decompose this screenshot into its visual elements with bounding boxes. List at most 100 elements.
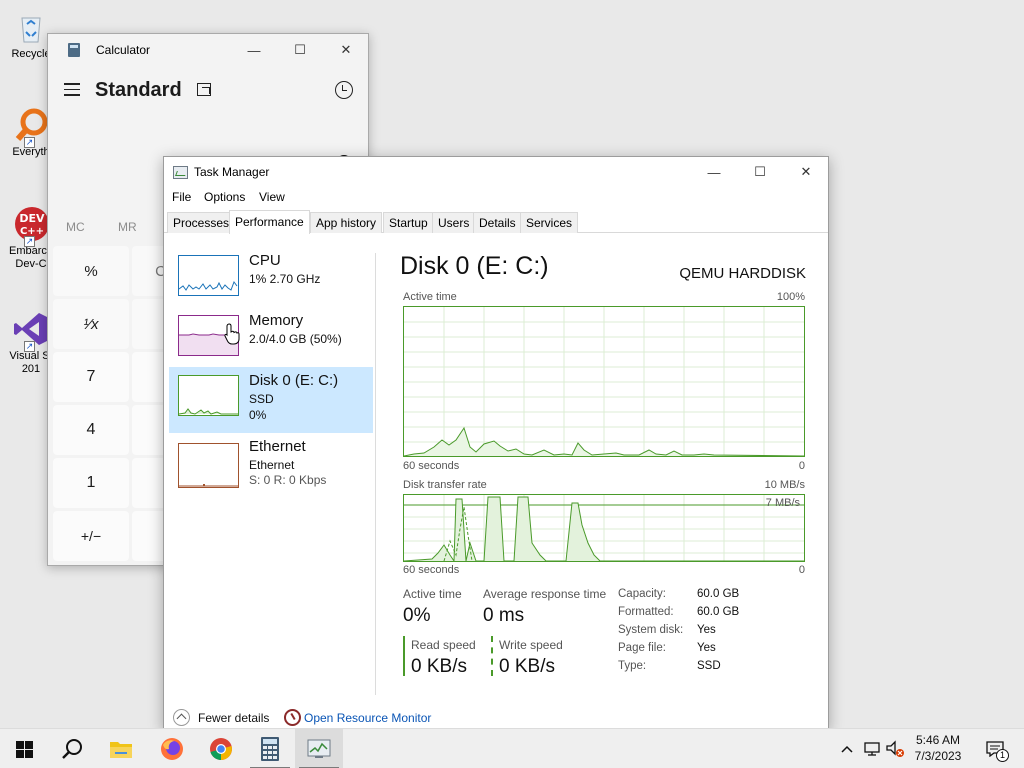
network-tray-button[interactable]	[861, 729, 883, 768]
tab-bar: Processes Performance App history Startu…	[164, 210, 828, 234]
task-manager-icon	[307, 739, 331, 758]
transfer-rate-graph-max: 10 MB/s	[764, 479, 805, 491]
type-value: SSD	[697, 660, 721, 672]
maximize-button[interactable]: ☐	[277, 34, 323, 66]
taskbar-chrome[interactable]	[197, 729, 245, 768]
search-icon	[62, 739, 82, 759]
active-time-graph-timespan: 60 seconds	[403, 460, 460, 472]
sidebar-item-disk0[interactable]: Disk 0 (E: C:) SSD 0%	[169, 367, 373, 433]
taskbar-firefox[interactable]	[148, 729, 196, 768]
ethernet-thumbnail-graph	[178, 443, 239, 488]
clock-time: 5:46 AM	[915, 733, 961, 747]
notification-center-button[interactable]: 1	[980, 729, 1010, 768]
percent-key[interactable]: %	[53, 246, 129, 296]
active-time-label: Active time	[403, 587, 462, 601]
close-button[interactable]: ✕	[783, 157, 828, 187]
start-button[interactable]	[0, 729, 48, 768]
tab-processes[interactable]: Processes	[167, 212, 236, 233]
negate-key[interactable]: +/−	[53, 511, 129, 561]
taskbar-task-manager[interactable]	[295, 729, 343, 768]
resource-monitor-icon[interactable]	[284, 709, 301, 726]
maximize-button[interactable]: ☐	[737, 157, 783, 187]
mouse-cursor-hand-icon	[224, 323, 240, 345]
sidebar-item-ethernet[interactable]: Ethernet Ethernet S: 0 R: 0 Kbps	[169, 433, 373, 497]
page-file-label: Page file:	[618, 642, 666, 654]
calculator-titlebar[interactable]: Calculator — ☐ ✕	[48, 34, 368, 66]
menu-file[interactable]: File	[172, 190, 191, 204]
taskbar-file-explorer[interactable]	[97, 729, 145, 768]
response-time-label: Average response time	[483, 587, 607, 601]
sidebar-item-cpu[interactable]: CPU 1% 2.70 GHz	[169, 247, 373, 311]
folder-icon	[110, 742, 132, 758]
read-speed-label: Read speed	[411, 638, 476, 652]
active-time-graph	[403, 306, 805, 457]
show-hidden-icons-button[interactable]	[838, 729, 856, 768]
transfer-rate-graph-label: Disk transfer rate	[403, 479, 487, 491]
search-button[interactable]	[48, 729, 96, 768]
memory-clear-button[interactable]: MC	[66, 220, 118, 234]
tab-services[interactable]: Services	[520, 212, 579, 233]
disk-detail-panel: Disk 0 (E: C:) QEMU HARDDISK Active time…	[376, 233, 828, 703]
write-speed-indicator	[491, 636, 493, 676]
menu-view[interactable]: View	[259, 190, 285, 204]
sidebar-cpu-detail: 1% 2.70 GHz	[249, 272, 321, 286]
one-key[interactable]: 1	[53, 458, 129, 508]
sidebar-disk-usage: 0%	[249, 408, 267, 422]
calculator-title: Calculator	[96, 43, 151, 57]
sidebar-ethernet-throughput: S: 0 R: 0 Kbps	[249, 473, 327, 487]
recycle-bin-icon	[12, 8, 50, 46]
seven-key[interactable]: 7	[53, 352, 129, 402]
transfer-rate-graph: 7 MB/s	[403, 494, 805, 563]
keep-on-top-icon[interactable]	[197, 83, 211, 96]
close-button[interactable]: ✕	[323, 34, 369, 66]
minimize-button[interactable]: —	[691, 157, 737, 187]
hamburger-menu-icon[interactable]	[64, 83, 80, 97]
volume-muted-icon	[886, 740, 904, 757]
write-speed-value: 0 KB/s	[499, 656, 555, 677]
disk-model: QEMU HARDDISK	[679, 265, 806, 282]
disk-title: Disk 0 (E: C:)	[400, 252, 549, 280]
task-manager-titlebar[interactable]: Task Manager — ☐ ✕	[164, 157, 828, 187]
taskbar: 5:46 AM 7/3/2023 1	[0, 728, 1024, 768]
task-manager-app-icon	[173, 166, 188, 179]
tab-users[interactable]: Users	[432, 212, 476, 233]
network-icon	[864, 742, 880, 756]
calculator-app-icon	[68, 43, 80, 57]
formatted-label: Formatted:	[618, 606, 674, 618]
volume-tray-button[interactable]	[884, 729, 906, 768]
reciprocal-key[interactable]: ¹⁄x	[53, 299, 129, 349]
shortcut-arrow-icon: ↗	[24, 341, 35, 352]
page-file-value: Yes	[697, 642, 716, 654]
taskbar-calculator[interactable]	[246, 729, 294, 768]
tab-performance[interactable]: Performance	[229, 210, 310, 234]
windows-logo-icon	[15, 740, 33, 758]
active-time-graph-min: 0	[798, 460, 805, 472]
four-key[interactable]: 4	[53, 405, 129, 455]
sidebar-memory-name: Memory	[249, 312, 304, 329]
response-time-value: 0 ms	[483, 605, 525, 626]
menu-options[interactable]: Options	[204, 190, 245, 204]
minimize-button[interactable]: —	[231, 34, 277, 66]
sidebar-item-memory[interactable]: Memory 2.0/4.0 GB (50%)	[169, 307, 373, 371]
clock-date: 7/3/2023	[914, 749, 962, 763]
resource-sidebar: CPU 1% 2.70 GHz Memory 2.0/4.0 GB (50%)	[164, 233, 376, 693]
sidebar-cpu-name: CPU	[249, 252, 281, 269]
open-resource-monitor-link[interactable]: Open Resource Monitor	[304, 711, 431, 725]
system-clock[interactable]: 5:46 AM 7/3/2023	[905, 732, 971, 764]
everything-search-icon: ↗	[12, 106, 50, 148]
formatted-value: 60.0 GB	[697, 606, 740, 618]
chevron-up-icon[interactable]	[173, 709, 190, 726]
cpu-thumbnail-graph	[178, 255, 239, 296]
capacity-value: 60.0 GB	[697, 588, 740, 600]
history-icon[interactable]	[335, 81, 353, 99]
task-manager-window[interactable]: Task Manager — ☐ ✕ File Options View Pro…	[163, 156, 829, 730]
active-time-value: 0%	[403, 605, 431, 626]
menu-bar: File Options View	[164, 187, 828, 207]
devcpp-icon: DEV C++ ↗	[12, 205, 50, 247]
chrome-icon	[210, 738, 232, 760]
active-time-graph-label: Active time	[403, 291, 457, 303]
tab-details[interactable]: Details	[473, 212, 522, 233]
fewer-details-link[interactable]: Fewer details	[198, 711, 269, 725]
tab-app-history[interactable]: App history	[310, 212, 383, 233]
tab-startup[interactable]: Startup	[383, 212, 434, 233]
